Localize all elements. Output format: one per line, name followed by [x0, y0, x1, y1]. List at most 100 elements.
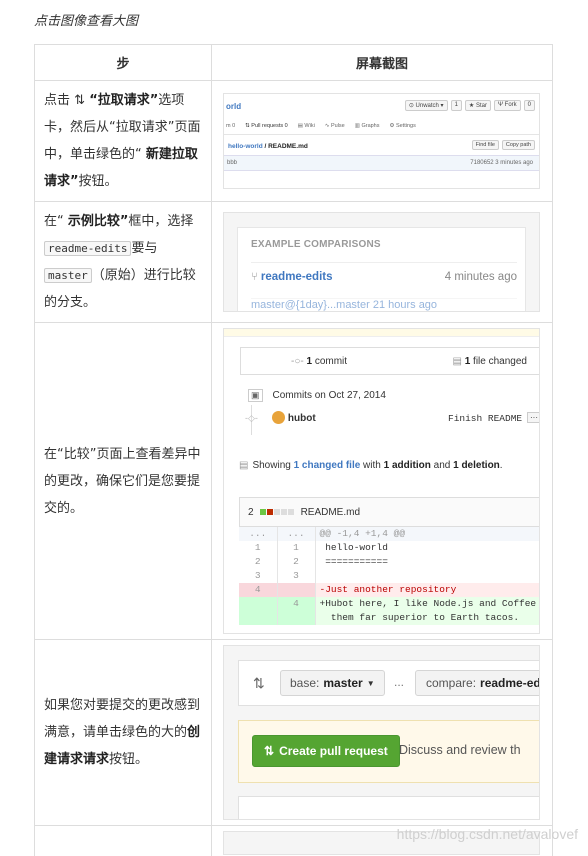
compare-page-screenshot: -○- 1 commit ▤ 1 file changed ▣ Commits … — [223, 328, 540, 634]
header-step: 步 — [34, 44, 212, 81]
commit-bar-right: 7180652 3 minutes ago — [470, 160, 533, 166]
line-number[interactable]: 3 — [239, 569, 278, 583]
unwatch-count: 1 — [450, 100, 462, 111]
diff-file-name[interactable]: README.md — [301, 507, 360, 518]
branch-code: readme-edits — [44, 241, 132, 256]
base-branch-select[interactable]: base: master ▼ — [280, 670, 385, 696]
diff-line: 11 hello-world — [239, 541, 539, 555]
step-text: 在“比较”页面上查看差异中的更改，确保它们是您要提交的。 — [34, 322, 212, 640]
comparison-row[interactable]: master@{1day}...master 21 hours ago — [251, 298, 517, 311]
line-number[interactable]: ... — [239, 527, 278, 541]
fork-button[interactable]: Ψ Fork — [493, 100, 521, 111]
tab-code[interactable]: m 0 — [226, 123, 235, 129]
step-screenshot: EXAMPLE COMPARISONS ⑂ readme-edits 4 min… — [211, 201, 553, 323]
changed-file-link[interactable]: 1 changed file — [294, 460, 361, 471]
breadcrumb-link[interactable]: hello-world — [228, 143, 263, 150]
branch-code: master — [44, 268, 92, 283]
expand-button[interactable]: ··· — [527, 412, 539, 423]
copy-path-button[interactable]: Copy path — [501, 140, 535, 150]
diff-table: ...... @@ -1,4 +1,4 @@ 1 1 hello-world 2 2 ==… — [239, 527, 539, 625]
files-summary[interactable]: ▤ 1 file changed — [452, 356, 527, 367]
tab-wiki[interactable]: ▤ Wiki — [298, 123, 315, 129]
file-diff-icon: ▤ — [239, 460, 249, 471]
compare-summary: -○- 1 commit ▤ 1 file changed — [240, 347, 539, 375]
diff-line: 4 +Hubot here, I like Node.js and Coffee — [239, 597, 539, 611]
avatar — [272, 411, 285, 424]
line-number[interactable]: 1 — [239, 541, 278, 555]
image-caption: 点击图像查看大图 — [34, 14, 139, 29]
comparisons-heading: EXAMPLE COMPARISONS — [251, 239, 381, 250]
line-number[interactable]: 4 — [277, 597, 316, 611]
create-pr-screenshot: ⇅ base: master ▼ ... compare: readme-ed ⇅ Cr… — [223, 645, 540, 820]
line-number[interactable] — [277, 611, 316, 625]
pull-request-icon: ⇅ — [264, 744, 275, 758]
line-number[interactable]: 2 — [239, 555, 278, 569]
branch-name[interactable]: readme-edits — [261, 271, 333, 283]
line-number[interactable] — [239, 597, 278, 611]
unwatch-button[interactable]: ⊙ Unwatch ▾ — [404, 100, 448, 111]
line-number[interactable]: ... — [277, 527, 316, 541]
step-screenshot: ⇅ base: master ▼ ... compare: readme-ed ⇅ Cr… — [211, 639, 553, 826]
commit-icon: -○- — [291, 355, 304, 367]
table-row: 如果您对要提交的更改感到满意，请单击绿色的大的创建请求请求按钮。 ⇅ base:… — [34, 639, 553, 826]
create-pull-request-button[interactable]: ⇅ Create pull request — [252, 735, 400, 767]
diff-line: them far superior to Earth tacos. — [239, 611, 539, 625]
tab-pulse[interactable]: ∿ Pulse — [325, 123, 345, 129]
compare-branch-select[interactable]: compare: readme-ed — [415, 670, 539, 696]
commit-row: -◇- hubot Finish README ··· — [245, 411, 539, 424]
comparisons-card: EXAMPLE COMPARISONS ⑂ readme-edits 4 min… — [237, 227, 526, 311]
commit-author[interactable]: hubot — [288, 413, 316, 424]
comparison-row[interactable]: ⑂ readme-edits 4 minutes ago — [251, 262, 517, 290]
file-diff-icon: ▤ — [452, 355, 462, 367]
line-number[interactable]: 1 — [277, 541, 316, 555]
commit-dot-icon: -◇- — [245, 413, 258, 423]
chevron-down-icon: ▼ — [366, 678, 375, 688]
repo-page-screenshot: orld ⊙ Unwatch ▾ 1 ★ Star Ψ Fork 0 m 0 ⇅… — [223, 93, 540, 189]
line-number[interactable] — [277, 583, 316, 597]
commit-bar-left: bbb — [227, 160, 238, 166]
tab-settings[interactable]: ⚙ Settings — [390, 123, 416, 129]
branch-selector-bar: ⇅ base: master ▼ ... compare: readme-ed — [238, 660, 539, 706]
tab-pull-requests[interactable]: ⇅ Pull requests 0 — [245, 123, 288, 129]
repo-name[interactable]: orld — [226, 102, 241, 111]
pull-request-icon: ⇅ — [74, 93, 86, 108]
create-pr-box: ⇅ Create pull request Discuss and review … — [238, 720, 539, 783]
diff-count: 2 — [248, 506, 254, 518]
table-row: 在“ 示例比较”框中，选择readme-edits 要与 master （原始）进行比… — [34, 201, 553, 323]
diff-line: 33 — [239, 569, 539, 583]
find-file-button[interactable]: Find file — [471, 140, 499, 150]
step-text: 点击 ⇅ “拉取请求”选项卡，然后从“拉取请求”页面中，单击绿色的“ 新建拉取请… — [34, 80, 212, 202]
diff-line: 4 -Just another repository — [239, 583, 539, 597]
divider — [224, 134, 539, 135]
line-number[interactable] — [239, 611, 278, 625]
discuss-text: Discuss and review th — [399, 743, 521, 757]
star-button[interactable]: ★ Star — [464, 100, 491, 111]
comparison-time: 4 minutes ago — [444, 270, 517, 283]
tab-graphs[interactable]: ▥ Graphs — [355, 123, 380, 129]
fork-count: 0 — [523, 100, 535, 111]
step-text — [34, 825, 212, 856]
diff-stats: ▤ Showing 1 changed file with 1 addition… — [239, 460, 503, 471]
header-screenshot: 屏幕截图 — [211, 44, 553, 81]
commit-message[interactable]: Finish README — [448, 413, 522, 424]
table-header-row: 步 屏幕截图 — [34, 44, 553, 81]
step-text: 如果您对要提交的更改感到满意，请单击绿色的大的创建请求请求按钮。 — [34, 639, 212, 826]
diff-code: hello-world — [319, 542, 388, 553]
step-screenshot: orld ⊙ Unwatch ▾ 1 ★ Star Ψ Fork 0 m 0 ⇅… — [211, 80, 553, 202]
table-row: 在“比较”页面上查看差异中的更改，确保它们是您要提交的。 -○- 1 commi… — [34, 322, 553, 640]
diffstat-icon — [259, 507, 295, 518]
diff-code: -Just another repository — [315, 583, 539, 597]
notice-bar — [224, 329, 539, 337]
ellipsis: ... — [394, 675, 405, 689]
line-number[interactable]: 3 — [277, 569, 316, 583]
line-number[interactable]: 4 — [239, 583, 278, 597]
commit-bar: bbb 7180652 3 minutes ago — [224, 155, 539, 171]
diff-code — [315, 569, 539, 583]
branch-icon: ⑂ — [251, 270, 258, 283]
lower-panel — [238, 796, 539, 819]
diff-code: them far superior to Earth tacos. — [315, 611, 539, 625]
breadcrumb: hello-world / README.md — [228, 143, 308, 150]
line-number[interactable]: 2 — [277, 555, 316, 569]
steps-table: 步 屏幕截图 点击 ⇅ “拉取请求”选项卡，然后从“拉取请求”页面中，单击绿色的… — [34, 44, 553, 856]
commits-summary[interactable]: -○- 1 commit — [291, 356, 347, 367]
